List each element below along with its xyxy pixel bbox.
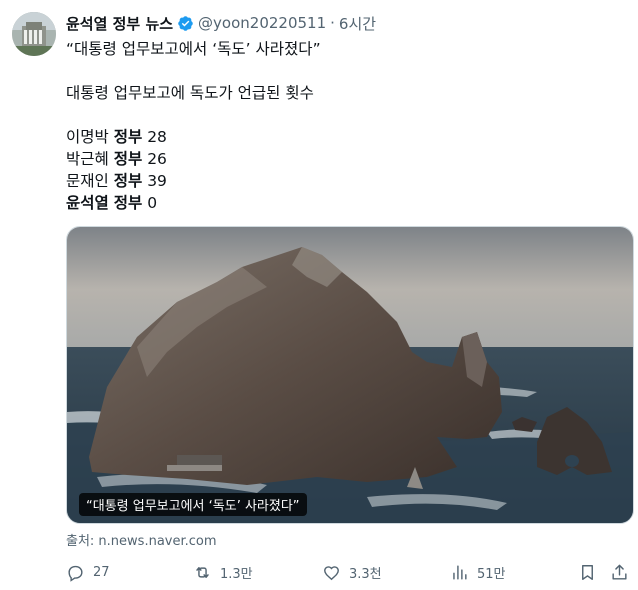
stat-line: 문재인 정부 39	[66, 172, 167, 190]
avatar[interactable]	[12, 12, 56, 56]
quote-title: “대통령 업무보고에서 ‘독도’ 사라졌다”	[66, 40, 321, 58]
separator-dot: ·	[330, 14, 335, 32]
author-name[interactable]: 윤석열 정부 뉴스	[66, 13, 173, 34]
tweet[interactable]: 윤석열 정부 뉴스 @yoon20220511 · 6시간 “대통령 업무보고에…	[0, 0, 638, 590]
reply-icon	[68, 565, 83, 582]
author-handle[interactable]: @yoon20220511	[198, 14, 326, 32]
stat-line: 박근혜 정부 26	[66, 150, 167, 168]
tweet-header: 윤석열 정부 뉴스 @yoon20220511 · 6시간	[66, 12, 376, 34]
media-caption: “대통령 업무보고에서 ‘독도’ 사라졌다”	[79, 493, 307, 516]
subtitle: 대통령 업무보고에 독도가 언급된 횟수	[66, 84, 314, 102]
like-icon	[324, 565, 339, 580]
media-image[interactable]: “대통령 업무보고에서 ‘독도’ 사라졌다”	[66, 226, 634, 524]
share-button[interactable]	[610, 558, 637, 586]
stat-line: 윤석열 정부 0	[66, 194, 158, 212]
views-icon	[453, 564, 467, 580]
retweet-count: 1.3만	[220, 566, 253, 582]
retweet-icon	[196, 566, 209, 578]
like-button[interactable]: 3.3천	[322, 558, 382, 586]
retweet-button[interactable]: 1.3만	[193, 558, 253, 586]
verified-badge-icon	[178, 15, 193, 31]
action-bar: 27 1.3만 3.3천 51만	[58, 558, 632, 586]
dokdo-photo	[67, 227, 633, 523]
bookmark-button[interactable]	[578, 558, 605, 586]
views-button[interactable]: 51만	[450, 558, 506, 586]
views-count: 51만	[477, 566, 506, 582]
bookmark-icon	[582, 564, 593, 580]
like-count: 3.3천	[349, 566, 382, 582]
tweet-time[interactable]: 6시간	[339, 13, 376, 34]
stat-line: 이명박 정부 28	[66, 128, 167, 146]
share-icon	[612, 564, 627, 580]
reply-count: 27	[93, 564, 110, 580]
reply-button[interactable]: 27	[66, 558, 110, 586]
tweet-text: “대통령 업무보고에서 ‘독도’ 사라졌다” 대통령 업무보고에 독도가 언급된…	[66, 38, 626, 214]
link-source[interactable]: 출처: n.news.naver.com	[66, 530, 217, 549]
